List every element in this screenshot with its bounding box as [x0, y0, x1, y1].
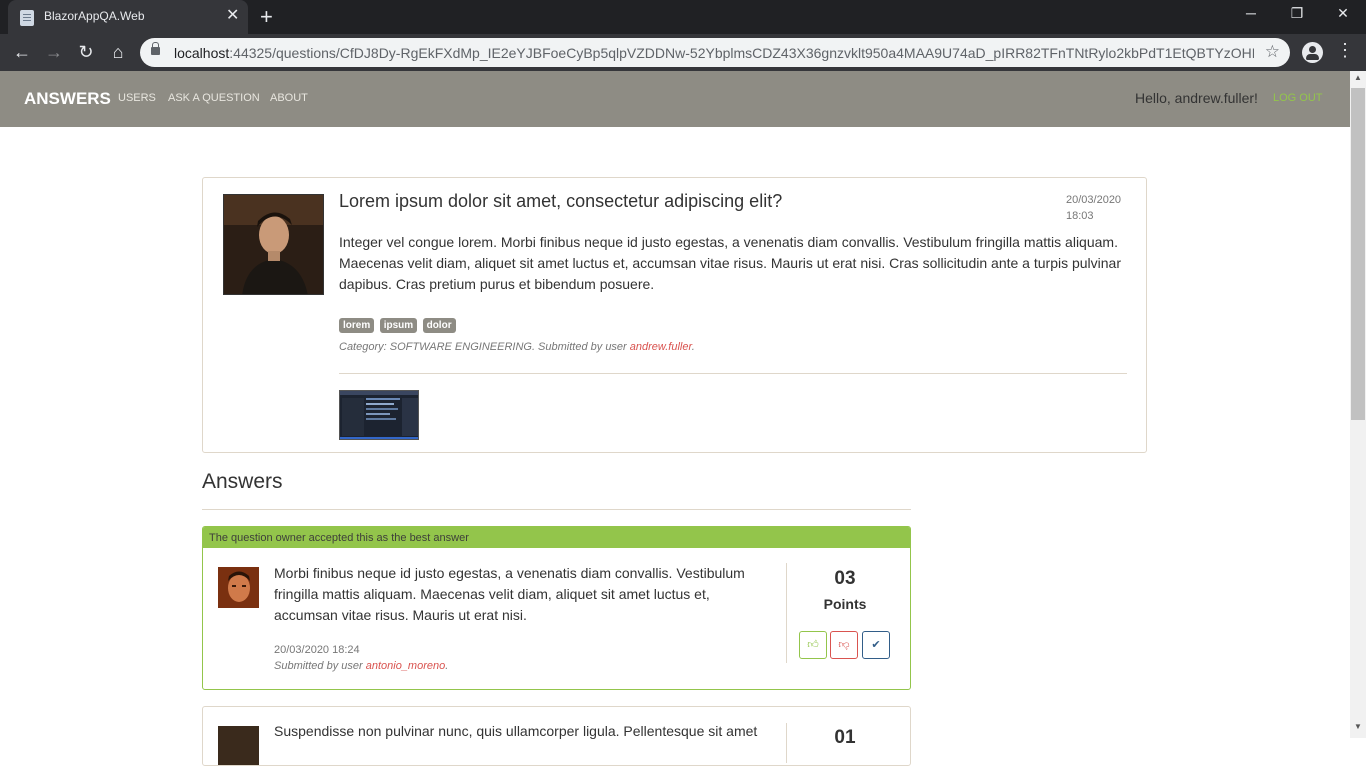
answer-author-avatar[interactable] — [218, 726, 259, 765]
answer-points-value: 01 — [834, 727, 856, 748]
accepted-answer-card: The question owner accepted this as the … — [202, 526, 911, 690]
divider — [202, 509, 911, 510]
back-icon[interactable]: ← — [11, 41, 33, 63]
accept-answer-button[interactable]: ✔ — [862, 631, 890, 659]
answer-body: Morbi finibus neque id justo egestas, a … — [274, 565, 745, 623]
plus-icon[interactable]: + — [260, 5, 273, 29]
answer-body: Suspendisse non pulvinar nunc, quis ulla… — [274, 723, 758, 739]
address-bar[interactable]: localhost:44325/questions/CfDJ8Dy-RgEkFX… — [140, 38, 1290, 67]
brand-link[interactable]: ANSWERS — [24, 89, 111, 109]
question-title: Lorem ipsum dolor sit amet, consectetur … — [339, 191, 783, 211]
forward-icon[interactable]: → — [43, 41, 65, 63]
file-icon — [20, 10, 34, 26]
star-icon[interactable]: ☆ — [1265, 42, 1280, 62]
tab-title: BlazorAppQA.Web — [44, 9, 145, 23]
answer-points-label: Points — [823, 596, 867, 612]
thumbs-up-icon: 👍︎ — [807, 639, 819, 651]
question-tags: lorem ipsum dolor — [339, 315, 457, 333]
logout-link[interactable]: LOG OUT — [1273, 92, 1323, 104]
browser-toolbar: ← → ↻ ⌂ localhost:44325/questions/CfDJ8D… — [0, 34, 1366, 71]
divider — [339, 373, 1127, 374]
url-text[interactable]: localhost:44325/questions/CfDJ8Dy-RgEkFX… — [174, 45, 1254, 61]
accepted-banner-text: The question owner accepted this as the … — [209, 532, 469, 544]
answer-author-avatar[interactable] — [218, 567, 259, 608]
question-time: 18:03 — [1066, 210, 1094, 222]
menu-icon[interactable]: ⋮ — [1336, 40, 1354, 61]
reload-icon[interactable]: ↻ — [75, 41, 97, 63]
answer-points-value: 03 — [834, 568, 856, 589]
tag-dolor[interactable]: dolor — [422, 318, 456, 333]
minimize-icon[interactable]: ─ — [1240, 5, 1262, 21]
app-navbar: ANSWERS USERS ASK A QUESTION ABOUT Hello… — [0, 71, 1350, 127]
question-card: Lorem ipsum dolor sit amet, consectetur … — [202, 177, 1147, 453]
question-timestamp: 20/03/2020 18:03 — [1066, 192, 1121, 224]
question-meta: Category: SOFTWARE ENGINEERING. Submitte… — [339, 341, 695, 353]
restore-icon[interactable]: ❐ — [1286, 5, 1308, 22]
answer-meta: Submitted by user antonio_moreno. — [274, 660, 449, 672]
question-date: 20/03/2020 — [1066, 194, 1122, 206]
thumbs-down-icon: 👎︎ — [838, 639, 850, 651]
scroll-down-icon[interactable]: ▼ — [1354, 722, 1362, 731]
browser-tab[interactable]: BlazorAppQA.Web ✕ — [8, 0, 248, 34]
question-body: Integer vel congue lorem. Morbi finibus … — [339, 234, 1122, 292]
user-greeting: Hello, andrew.fuller! — [1135, 90, 1258, 106]
tag-lorem[interactable]: lorem — [339, 318, 375, 333]
nav-users[interactable]: USERS — [118, 92, 156, 104]
page-scrollbar[interactable]: ▲ ▼ — [1350, 71, 1366, 738]
answer-user-link[interactable]: antonio_moreno — [366, 660, 446, 672]
nav-about[interactable]: ABOUT — [270, 92, 308, 104]
answer-date: 20/03/2020 18:24 — [274, 644, 360, 656]
lock-icon[interactable] — [151, 42, 160, 55]
tag-ipsum[interactable]: ipsum — [379, 318, 418, 333]
check-icon: ✔ — [871, 639, 881, 651]
browser-titlebar: BlazorAppQA.Web ✕ + ─ ❐ ✕ — [0, 0, 1366, 34]
upvote-button[interactable]: 👍︎ — [799, 631, 827, 659]
scroll-up-icon[interactable]: ▲ — [1354, 73, 1362, 82]
question-author-avatar[interactable] — [223, 194, 324, 295]
question-user-link[interactable]: andrew.fuller — [630, 341, 692, 353]
close-icon[interactable]: ✕ — [226, 7, 239, 25]
nav-ask-question[interactable]: ASK A QUESTION — [168, 92, 260, 104]
answers-heading: Answers — [202, 470, 283, 493]
answer-card: Suspendisse non pulvinar nunc, quis ulla… — [202, 706, 911, 766]
accepted-banner: The question owner accepted this as the … — [203, 527, 910, 548]
window-close-icon[interactable]: ✕ — [1332, 5, 1354, 22]
account-icon[interactable] — [1302, 42, 1323, 63]
scroll-thumb[interactable] — [1351, 88, 1365, 420]
home-icon[interactable]: ⌂ — [107, 41, 129, 63]
attachment-thumbnail[interactable] — [339, 390, 419, 440]
downvote-button[interactable]: 👎︎ — [830, 631, 858, 659]
